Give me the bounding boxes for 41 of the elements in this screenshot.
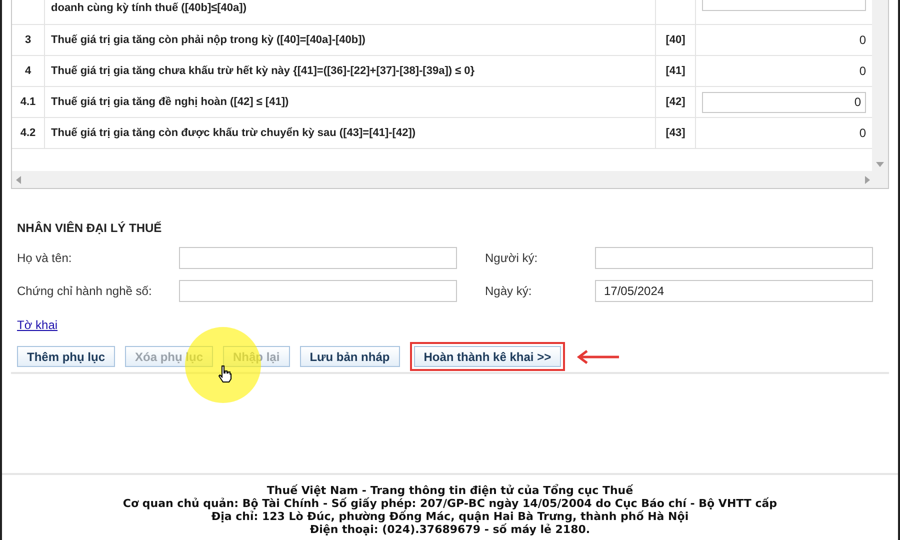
row-description: Thuế giá trị gia tăng đề nghị hoàn ([42] ≤ [41]) xyxy=(51,94,289,110)
scroll-down-icon[interactable] xyxy=(876,162,884,167)
text-field[interactable]: 17/05/2024 xyxy=(595,280,873,302)
vertical-scrollbar[interactable] xyxy=(872,0,888,171)
declaration-link[interactable]: Tờ khai xyxy=(17,316,58,334)
row-description: Thuế giá trị gia tăng chưa khấu trừ hết kỳ này {[41]=([36]-[22]+[37]-[38]-[39a]) ≤ 0} xyxy=(51,64,475,79)
footer-text: Cơ quan chủ quản: Bộ Tài Chính - Số giấy phép: 207/GP-BC ngày 14/05/2004 do Cục Báo chí - Bộ VHTT cấp xyxy=(122,497,778,510)
amount-field[interactable]: 0 xyxy=(702,92,866,112)
action-button[interactable]: Lưu bản nháp xyxy=(300,346,400,367)
row-code: [43] xyxy=(666,126,686,141)
row-number: 3 xyxy=(24,32,32,48)
action-button[interactable]: Thêm phụ lục xyxy=(17,346,115,367)
row-description: Thuế giá trị gia tăng còn phải nộp trong kỳ ([40]=[40a]-[40b]) xyxy=(51,32,366,48)
amount-value: 0 xyxy=(859,63,866,80)
row-number: 4.1 xyxy=(20,94,36,110)
footer-text: Địa chỉ: 123 Lò Đúc, phường Đống Mác, quận Hai Bà Trưng, thành phố Hà Nội xyxy=(211,510,689,523)
field-label: Chứng chỉ hành nghề số: xyxy=(17,283,153,300)
action-button[interactable]: Hoàn thành kê khai >> xyxy=(414,346,562,367)
footer-text: Thuế Việt Nam - Trang thông tin điện tử của Tổng cục Thuế xyxy=(266,484,634,497)
row-code: [41] xyxy=(666,64,686,79)
text-field[interactable] xyxy=(595,247,873,269)
field-label: Họ và tên: xyxy=(17,250,73,267)
text-field[interactable] xyxy=(179,280,457,302)
row-number: 4.2 xyxy=(20,126,36,141)
section-title: NHÂN VIÊN ĐẠI LÝ THUẾ xyxy=(17,220,163,237)
field-label: Người ký: xyxy=(485,250,539,267)
amount-value: 0 xyxy=(859,125,866,142)
amount-value: 0 xyxy=(859,32,866,49)
row-number: 4 xyxy=(24,64,32,79)
row-code: [40] xyxy=(666,32,686,48)
row-description: doanh cùng kỳ tính thuế ([40b]≤[40a]) xyxy=(51,1,246,16)
scroll-right-icon[interactable] xyxy=(865,176,870,184)
row-description: Thuế giá trị gia tăng còn được khấu trừ chuyển kỳ sau ([43]=[41]-[42]) xyxy=(51,126,416,141)
row-code: [42] xyxy=(666,94,686,110)
hand-cursor-icon xyxy=(218,365,232,383)
scroll-left-icon[interactable] xyxy=(16,176,21,184)
arrow-icon xyxy=(575,350,620,364)
text-field[interactable] xyxy=(179,247,457,269)
footer-text: Điện thoại: (024).37689679 - số máy lẻ 2180. xyxy=(310,523,590,536)
horizontal-scrollbar[interactable] xyxy=(12,171,888,188)
field-label: Ngày ký: xyxy=(485,283,533,300)
